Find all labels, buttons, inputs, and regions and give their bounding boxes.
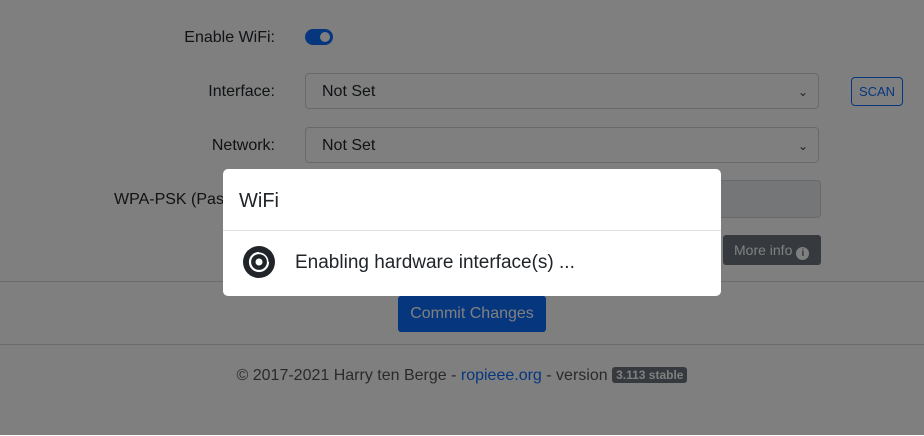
modal-body: Enabling hardware interface(s) ... (223, 231, 721, 295)
modal-title: WiFi (223, 169, 721, 231)
modal-message: Enabling hardware interface(s) ... (295, 252, 575, 273)
disc-icon (243, 246, 275, 278)
wifi-modal: WiFi Enabling hardware interface(s) ... (223, 169, 721, 296)
